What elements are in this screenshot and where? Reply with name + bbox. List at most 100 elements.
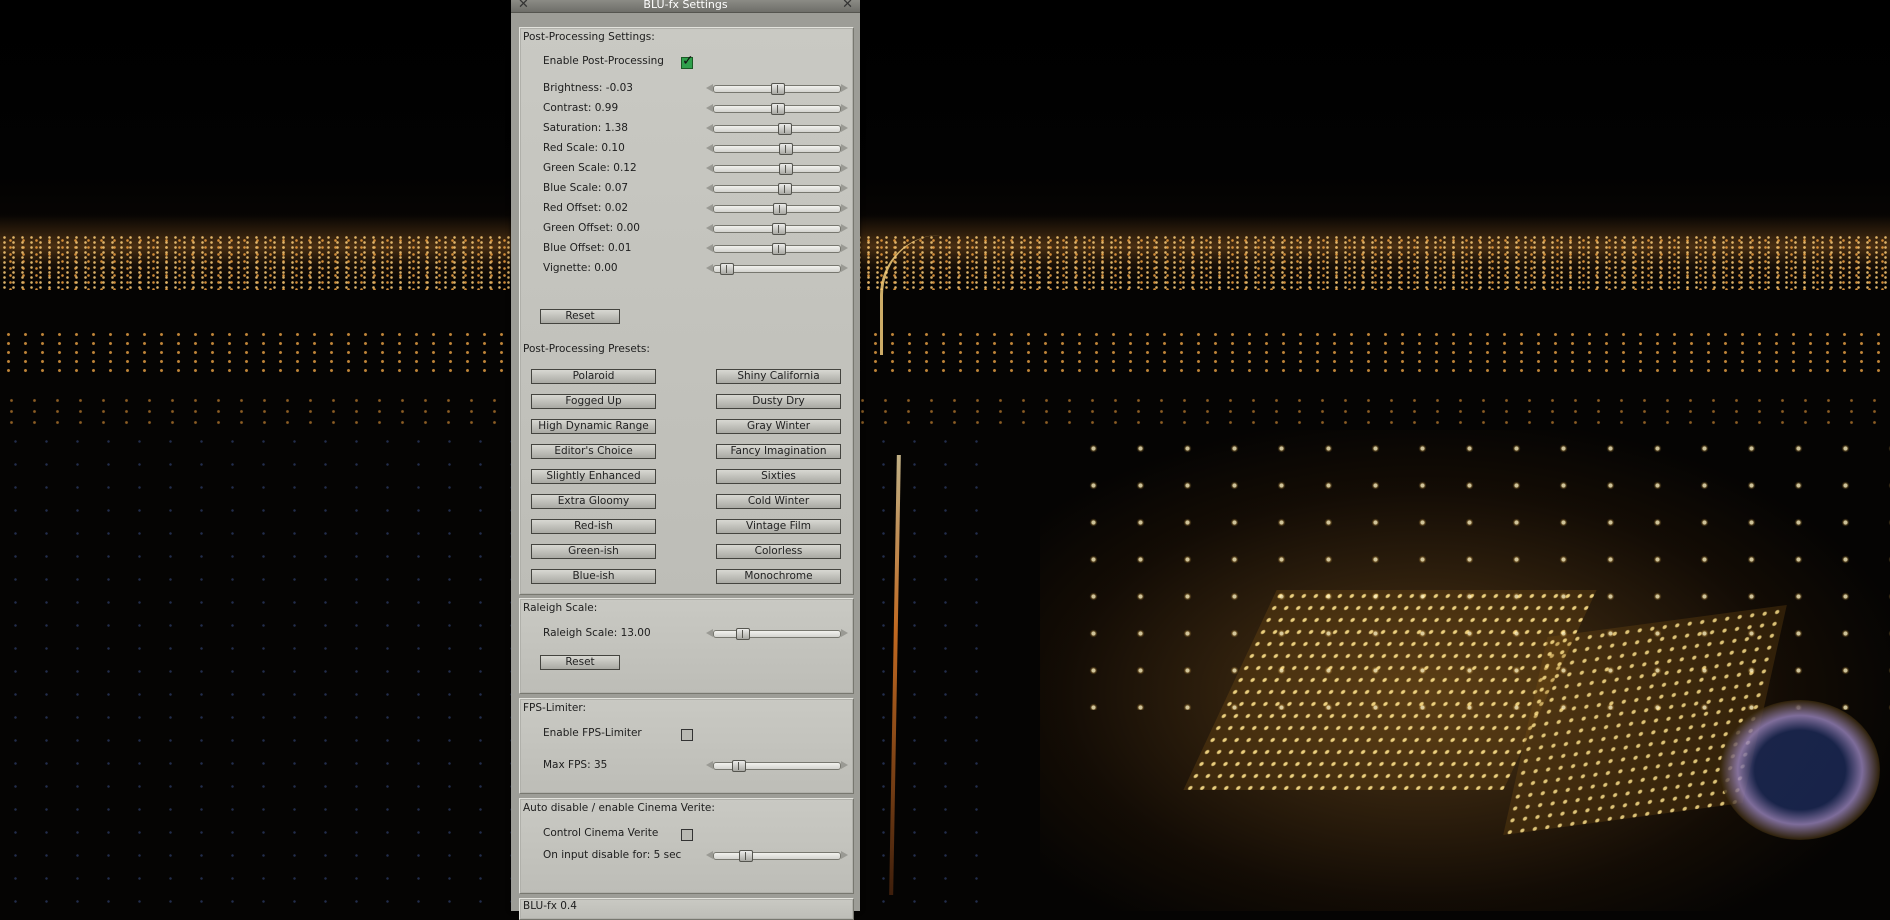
setting-slider[interactable] (705, 263, 849, 275)
input-disable-duration-slider[interactable] (705, 850, 849, 862)
slider-knob[interactable] (736, 628, 751, 640)
enable-fps-limiter-checkbox[interactable] (681, 729, 693, 741)
pin-icon[interactable]: ✕ (842, 0, 853, 13)
max-fps-slider[interactable] (705, 760, 849, 772)
setting-slider[interactable] (705, 163, 849, 175)
preset-button[interactable]: Cold Winter (716, 494, 841, 509)
setting-slider[interactable] (705, 243, 849, 255)
presets-label: Post-Processing Presets: (523, 343, 650, 355)
slider-decrement-arrow-icon[interactable] (705, 83, 715, 93)
slider-decrement-arrow-icon[interactable] (705, 203, 715, 213)
slider-knob[interactable] (777, 183, 792, 195)
slider-track[interactable] (713, 852, 841, 860)
raleigh-section: Raleigh Scale: Raleigh Scale: 13.00 Rese… (519, 598, 854, 694)
slider-decrement-arrow-icon[interactable] (705, 103, 715, 113)
slider-track[interactable] (713, 145, 841, 153)
slider-knob[interactable] (771, 83, 785, 95)
enable-fps-limiter-label: Enable FPS-Limiter (543, 727, 642, 739)
preset-button[interactable]: Blue-ish (531, 569, 656, 584)
preset-button[interactable]: Red-ish (531, 519, 656, 534)
raleigh-scale-slider[interactable] (705, 628, 849, 640)
slider-increment-arrow-icon[interactable] (839, 163, 849, 173)
slider-decrement-arrow-icon[interactable] (705, 223, 715, 233)
slider-decrement-arrow-icon[interactable] (705, 183, 715, 193)
slider-knob[interactable] (772, 223, 787, 235)
setting-slider[interactable] (705, 83, 849, 95)
preset-button[interactable]: Fancy Imagination (716, 444, 841, 459)
slider-increment-arrow-icon[interactable] (839, 123, 849, 133)
raleigh-scale-label: Raleigh Scale: 13.00 (543, 627, 651, 639)
preset-button[interactable]: Green-ish (531, 544, 656, 559)
preset-button[interactable]: Extra Gloomy (531, 494, 656, 509)
slider-decrement-arrow-icon[interactable] (705, 243, 715, 253)
blu-fx-settings-window: ✕ BLU-fx Settings ✕ Post-Processing Sett… (511, 0, 860, 920)
preset-button[interactable]: Fogged Up (531, 394, 656, 409)
preset-button[interactable]: Slightly Enhanced (531, 469, 656, 484)
slider-track[interactable] (713, 165, 841, 173)
preset-button[interactable]: Shiny California (716, 369, 841, 384)
preset-button[interactable]: Polaroid (531, 369, 656, 384)
slider-knob[interactable] (772, 243, 787, 255)
night-sky (0, 0, 1890, 250)
fps-limiter-section-label: FPS-Limiter: (523, 702, 586, 714)
preset-button[interactable]: High Dynamic Range (531, 419, 656, 434)
enable-post-processing-checkbox[interactable]: ✓ (681, 53, 694, 69)
version-footer: BLU-fx 0.4 (519, 898, 854, 920)
slider-label: Contrast: 0.99 (543, 102, 619, 114)
slider-increment-arrow-icon[interactable] (839, 628, 849, 638)
post-processing-reset-button[interactable]: Reset (540, 309, 620, 324)
preset-button[interactable]: Editor's Choice (531, 444, 656, 459)
slider-increment-arrow-icon[interactable] (839, 760, 849, 770)
preset-button[interactable]: Vintage Film (716, 519, 841, 534)
raleigh-reset-button[interactable]: Reset (540, 655, 620, 670)
preset-button[interactable]: Dusty Dry (716, 394, 841, 409)
stadium (1720, 700, 1880, 840)
preset-button[interactable]: Sixties (716, 469, 841, 484)
preset-button[interactable]: Monochrome (716, 569, 841, 584)
slider-decrement-arrow-icon[interactable] (705, 163, 715, 173)
slider-increment-arrow-icon[interactable] (839, 83, 849, 93)
preset-button[interactable]: Gray Winter (716, 419, 841, 434)
slider-increment-arrow-icon[interactable] (839, 850, 849, 860)
slider-decrement-arrow-icon[interactable] (705, 760, 715, 770)
window-title: BLU-fx Settings (643, 0, 728, 11)
slider-knob[interactable] (731, 760, 746, 772)
slider-knob[interactable] (738, 850, 753, 862)
slider-increment-arrow-icon[interactable] (839, 243, 849, 253)
slider-label: Saturation: 1.38 (543, 122, 628, 134)
preset-button[interactable]: Colorless (716, 544, 841, 559)
slider-knob[interactable] (779, 143, 794, 155)
slider-knob[interactable] (779, 163, 794, 175)
slider-label: Green Offset: 0.00 (543, 222, 640, 234)
setting-slider[interactable] (705, 183, 849, 195)
slider-decrement-arrow-icon[interactable] (705, 263, 715, 273)
slider-knob[interactable] (771, 103, 785, 115)
slider-label: Red Scale: 0.10 (543, 142, 625, 154)
slider-track[interactable] (713, 630, 841, 638)
slider-label: Blue Scale: 0.07 (543, 182, 629, 194)
slider-label: Blue Offset: 0.01 (543, 242, 632, 254)
slider-increment-arrow-icon[interactable] (839, 183, 849, 193)
slider-decrement-arrow-icon[interactable] (705, 628, 715, 638)
slider-knob[interactable] (777, 123, 792, 135)
setting-slider[interactable] (705, 223, 849, 235)
setting-slider[interactable] (705, 143, 849, 155)
setting-slider[interactable] (705, 203, 849, 215)
slider-decrement-arrow-icon[interactable] (705, 143, 715, 153)
slider-knob[interactable] (773, 203, 788, 215)
slider-increment-arrow-icon[interactable] (839, 203, 849, 213)
setting-slider[interactable] (705, 123, 849, 135)
slider-decrement-arrow-icon[interactable] (705, 123, 715, 133)
slider-increment-arrow-icon[interactable] (839, 263, 849, 273)
slider-increment-arrow-icon[interactable] (839, 223, 849, 233)
slider-knob[interactable] (719, 263, 734, 275)
slider-increment-arrow-icon[interactable] (839, 143, 849, 153)
slider-decrement-arrow-icon[interactable] (705, 850, 715, 860)
input-disable-duration-label: On input disable for: 5 sec (543, 849, 682, 861)
apron-floodlights (1070, 430, 1890, 710)
control-cinema-verite-checkbox[interactable] (681, 829, 693, 841)
setting-slider[interactable] (705, 103, 849, 115)
slider-label: Brightness: -0.03 (543, 82, 633, 94)
slider-increment-arrow-icon[interactable] (839, 103, 849, 113)
window-titlebar[interactable]: ✕ BLU-fx Settings ✕ (511, 0, 860, 13)
